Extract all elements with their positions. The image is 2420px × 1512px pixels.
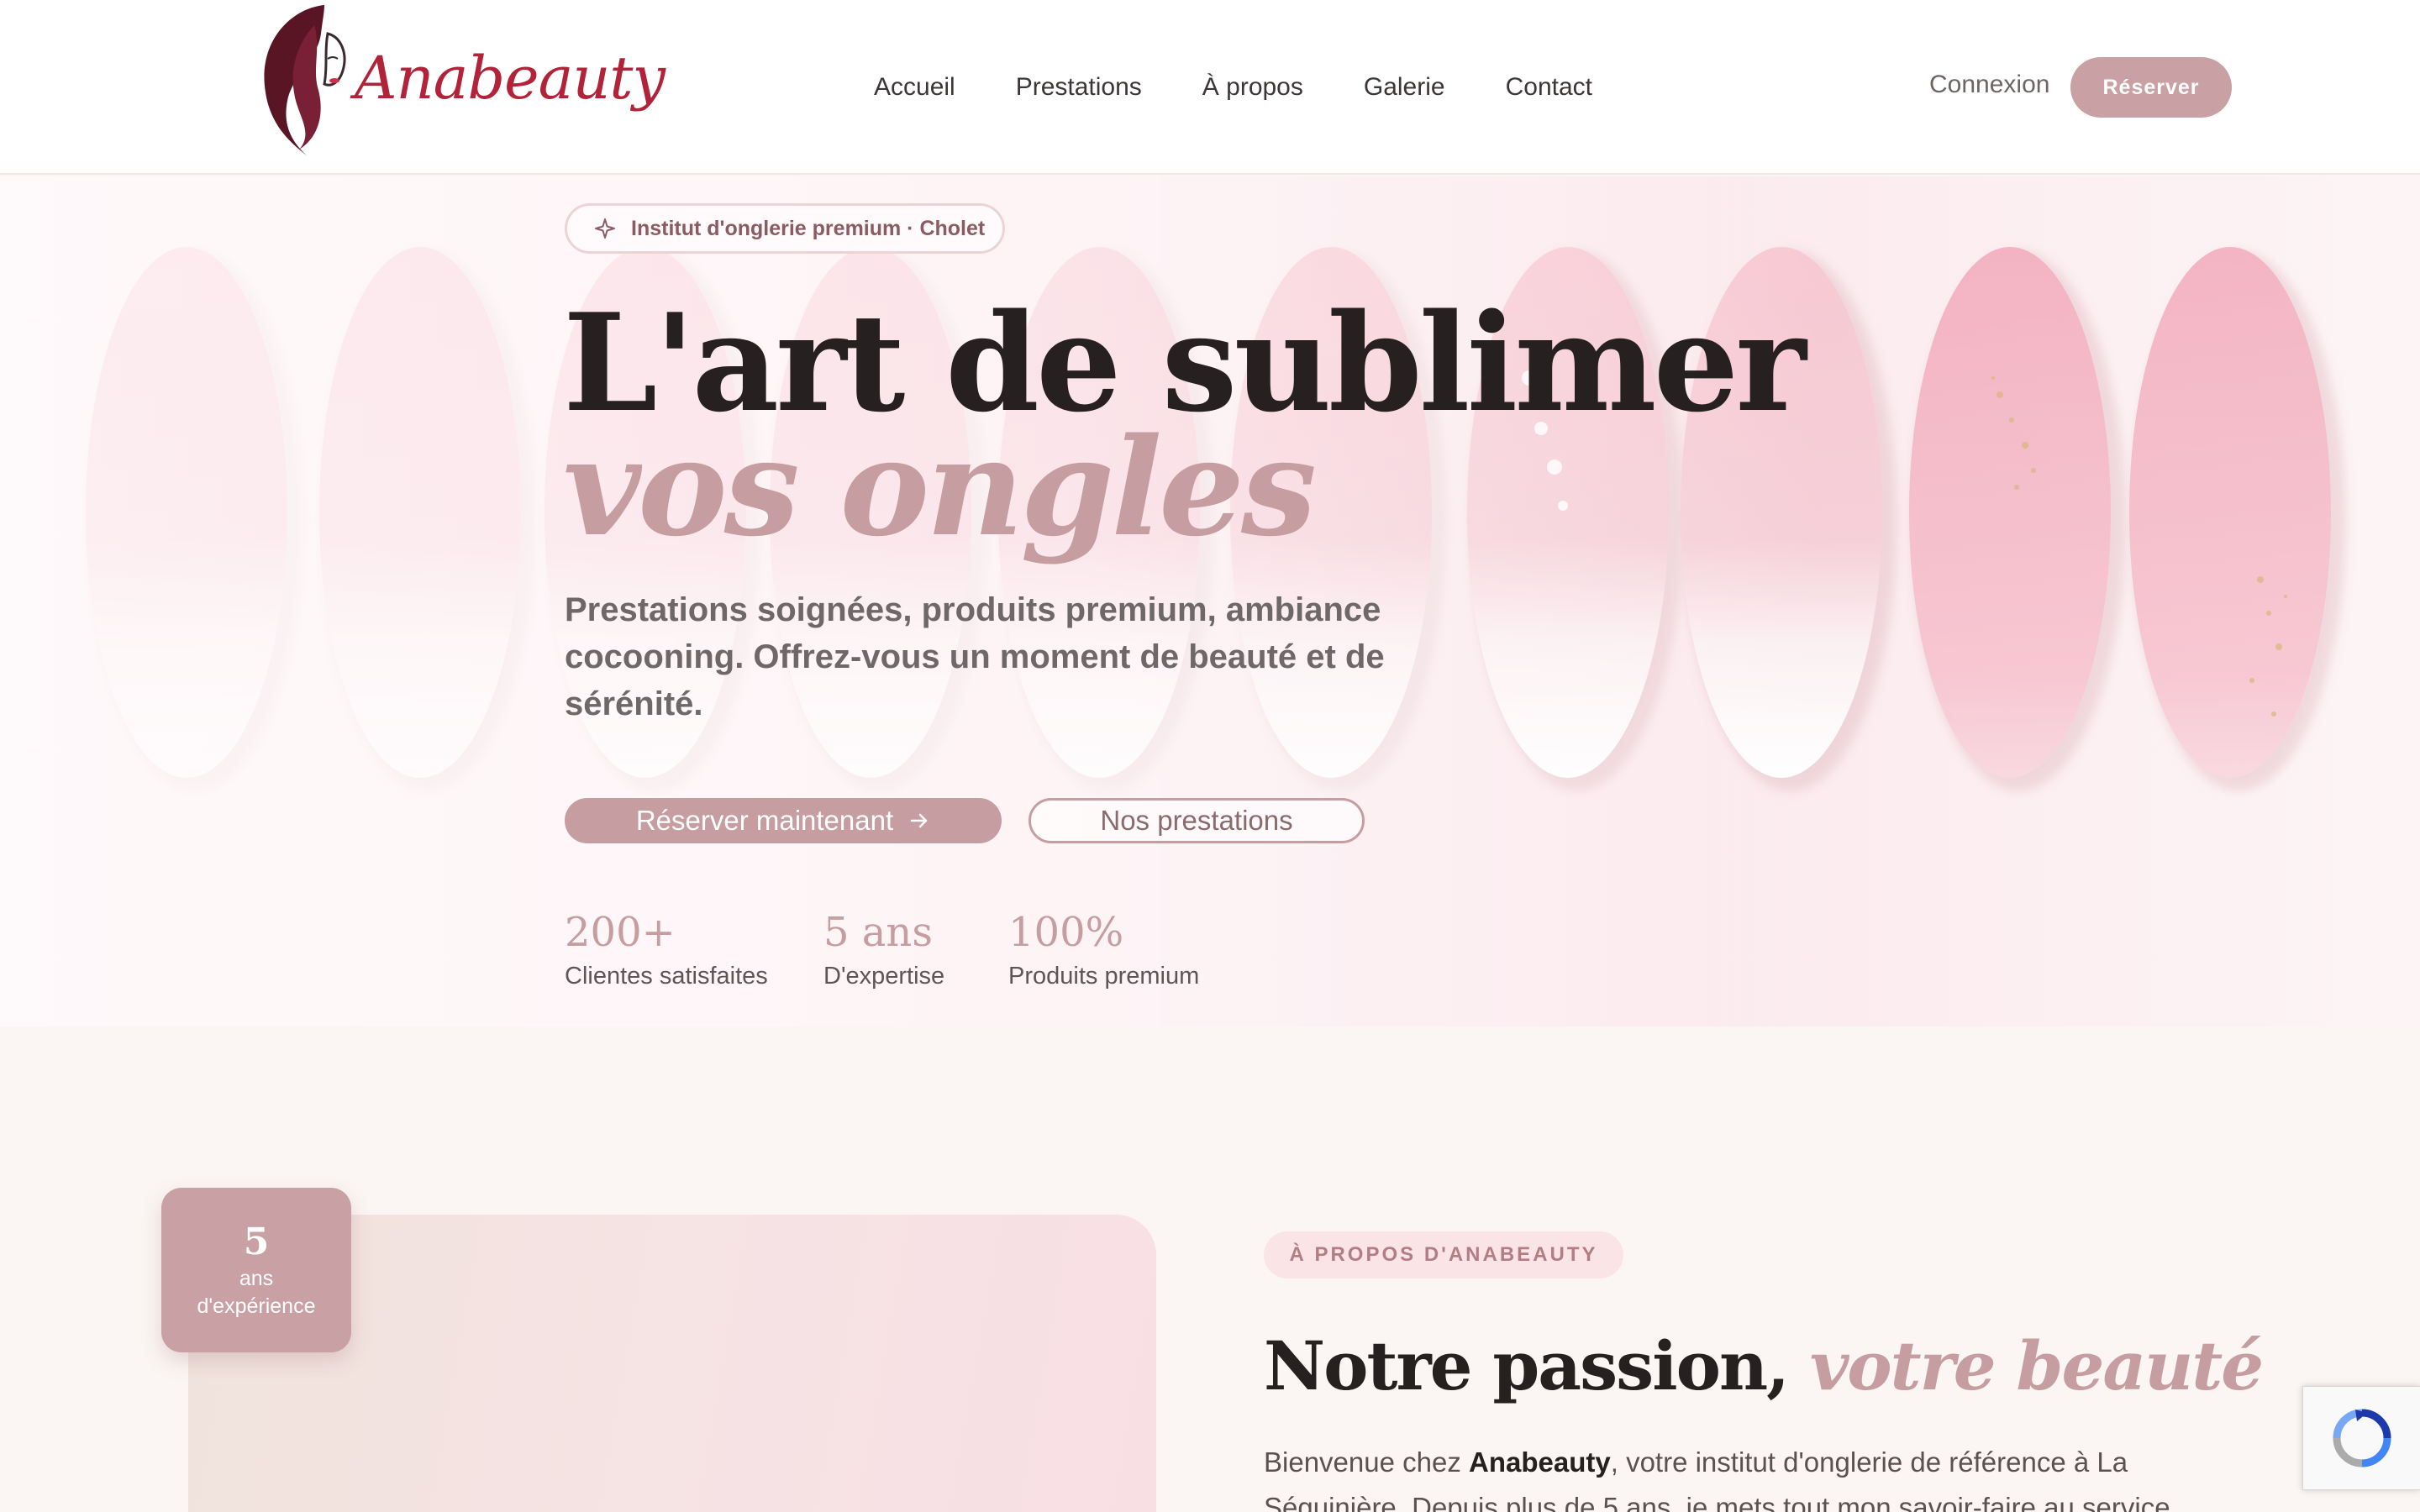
experience-label: d'expérience [197, 1294, 316, 1318]
stat-value: 5 ans [823, 909, 933, 956]
logo-wordmark: Anabeauty [355, 44, 666, 113]
about-text: Bienvenue chez Anabeauty, votre institut… [1264, 1440, 2238, 1512]
stat-value: 100% [1008, 909, 1124, 956]
about-tag: À PROPOS D'ANABEAUTY [1264, 1231, 1623, 1278]
site-header: Anabeauty Accueil Prestations À propos G… [0, 0, 2420, 175]
stat-label: Produits premium [1008, 963, 1200, 990]
nav-prestations[interactable]: Prestations [1016, 73, 1142, 102]
stat-label: Clientes satisfaites [565, 963, 768, 990]
book-now-button[interactable]: Réserver maintenant [565, 798, 1002, 843]
reserve-button[interactable]: Réserver [2070, 57, 2232, 118]
sparkle-icon [595, 218, 615, 239]
stat-experience: 5 ans D'expertise [823, 907, 944, 990]
nav-accueil[interactable]: Accueil [874, 73, 955, 102]
book-now-label: Réserver maintenant [635, 805, 894, 836]
logo-woman-icon [264, 5, 346, 156]
hero-badge: Institut d'onglerie premium · Cholet [565, 203, 1005, 254]
hero-section: Institut d'onglerie premium · Cholet L'a… [0, 176, 2420, 1026]
hero-title: L'art de sublimer vos ongles [563, 296, 1823, 554]
recaptcha-icon [2333, 1409, 2391, 1467]
hero-title-accent: vos ongles [563, 408, 1317, 566]
main-nav: Accueil Prestations À propos Galerie Con… [874, 0, 1592, 175]
nav-contact[interactable]: Contact [1506, 73, 1592, 102]
stat-clients: 200+ Clientes satisfaites [565, 907, 768, 990]
about-title: Notre passion, votre beauté [1264, 1324, 2264, 1408]
about-title-main: Notre passion, [1264, 1326, 1810, 1405]
hero-subtitle: Prestations soignées, produits premium, … [565, 591, 1385, 722]
about-text-brand: Anabeauty [1469, 1446, 1611, 1478]
services-button[interactable]: Nos prestations [1028, 798, 1365, 843]
about-title-accent: votre beauté [1809, 1326, 2264, 1405]
arrow-right-icon [910, 813, 928, 828]
nav-a-propos[interactable]: À propos [1202, 73, 1303, 102]
nav-galerie[interactable]: Galerie [1364, 73, 1445, 102]
experience-card: 5 ans d'expérience [161, 1188, 351, 1352]
experience-unit: ans [239, 1267, 274, 1290]
logo[interactable]: Anabeauty [240, 0, 666, 165]
experience-number: 5 [243, 1221, 270, 1263]
stat-value: 200+ [565, 909, 676, 956]
about-text-intro: Bienvenue chez [1264, 1446, 1470, 1478]
stat-products: 100% Produits premium [1008, 907, 1199, 990]
stat-label: D'expertise [823, 963, 945, 990]
login-link[interactable]: Connexion [1929, 71, 2049, 99]
hero-badge-text: Institut d'onglerie premium · Cholet [631, 216, 986, 240]
recaptcha-badge[interactable] [2302, 1386, 2420, 1490]
